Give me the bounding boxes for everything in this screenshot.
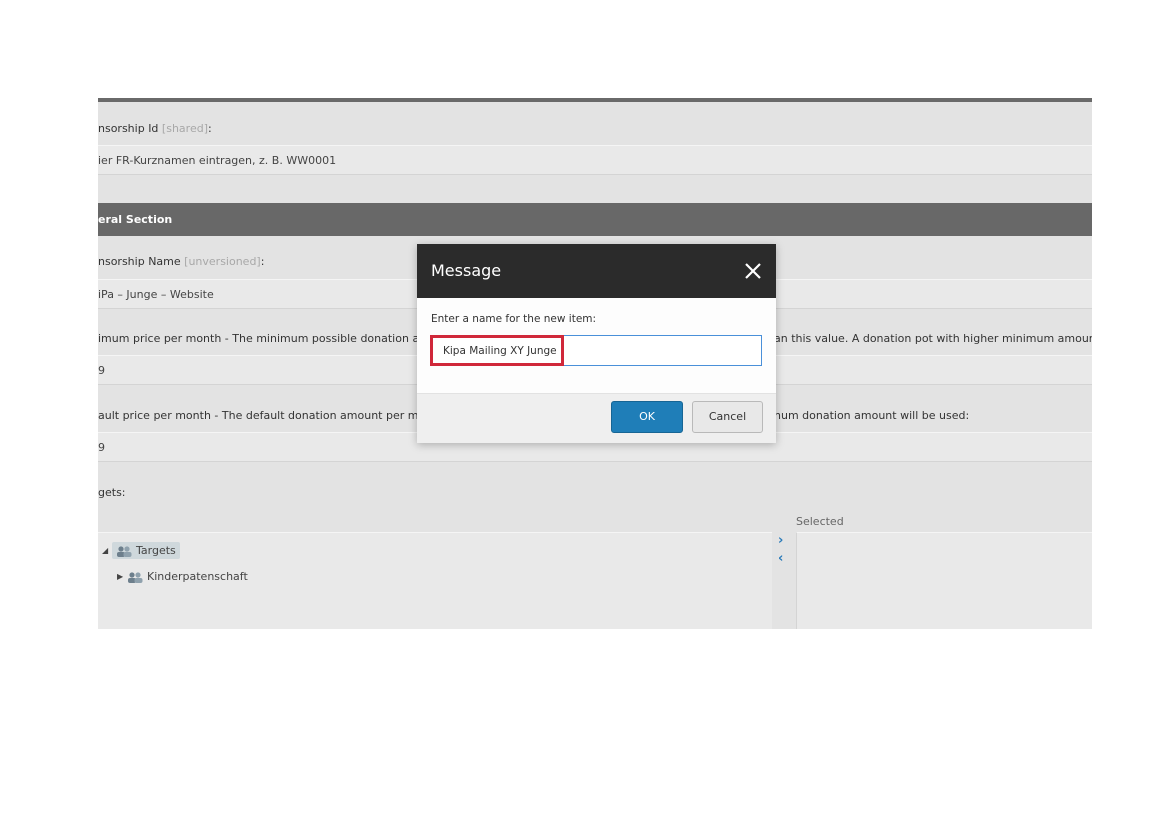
tree-item-targets[interactable]: ◢ Targets [102,542,180,559]
collapse-triangle-icon[interactable]: ◢ [102,546,112,555]
min-price-label-right: an this value. A donation pot with highe… [774,332,1092,345]
expand-triangle-icon[interactable]: ▶ [117,572,127,581]
general-section-header[interactable]: eral Section [98,203,1092,236]
item-name-input[interactable] [430,335,762,366]
default-price-value: 9 [98,441,105,454]
dialog-footer: OK Cancel [417,393,776,443]
sponsorship-id-colon: : [207,122,212,135]
tree-item-label: Targets [136,544,176,557]
sponsorship-name-value: iPa – Junge – Website [98,288,214,301]
close-icon[interactable] [742,260,764,282]
chevron-left-icon[interactable]: ‹ [778,551,783,566]
transfer-buttons: › ‹ [773,532,796,629]
tree-item-label: Kinderpatenschaft [147,570,248,583]
selected-label: Selected [796,515,844,528]
sponsorship-name-colon: : [260,255,265,268]
unversioned-tag: [unversioned] [184,255,261,268]
tree-item-targets-chip[interactable]: Targets [112,542,180,559]
message-dialog: Message Enter a name for the new item: O… [417,244,776,443]
min-price-value: 9 [98,364,105,377]
targets-tree[interactable]: ◢ Targets ▶ Kinderpatenschaft [98,532,772,629]
sponsorship-id-value: ier FR-Kurznamen eintragen, z. B. WW0001 [98,154,337,167]
ok-button[interactable]: OK [611,401,683,433]
targets-label: gets: [98,486,126,499]
general-section-title: eral Section [98,213,173,226]
selected-list[interactable] [796,532,1092,629]
cancel-button[interactable]: Cancel [692,401,763,433]
top-divider [98,98,1092,102]
users-group-icon [128,571,143,583]
sponsorship-name-label: nsorship Name [unversioned]: [98,255,264,268]
sponsorship-name-label-text: nsorship Name [98,255,181,268]
min-price-label-left: imum price per month - The minimum possi… [98,332,444,345]
chevron-right-icon[interactable]: › [778,533,783,548]
dialog-prompt: Enter a name for the new item: [431,313,597,325]
shared-tag: [shared] [161,122,208,135]
dialog-header: Message [417,244,776,298]
users-group-icon [117,545,132,557]
default-price-label-left: ault price per month - The default donat… [98,409,450,422]
sponsorship-id-label: nsorship Id [shared]: [98,122,212,135]
dialog-title: Message [431,261,502,280]
tree-item-kinderpatenschaft[interactable]: ▶ Kinderpatenschaft [117,570,248,583]
default-price-label-right: num donation amount will be used: [774,409,970,422]
sponsorship-id-field[interactable]: ier FR-Kurznamen eintragen, z. B. WW0001 [98,145,1092,175]
sponsorship-id-label-text: nsorship Id [98,122,159,135]
